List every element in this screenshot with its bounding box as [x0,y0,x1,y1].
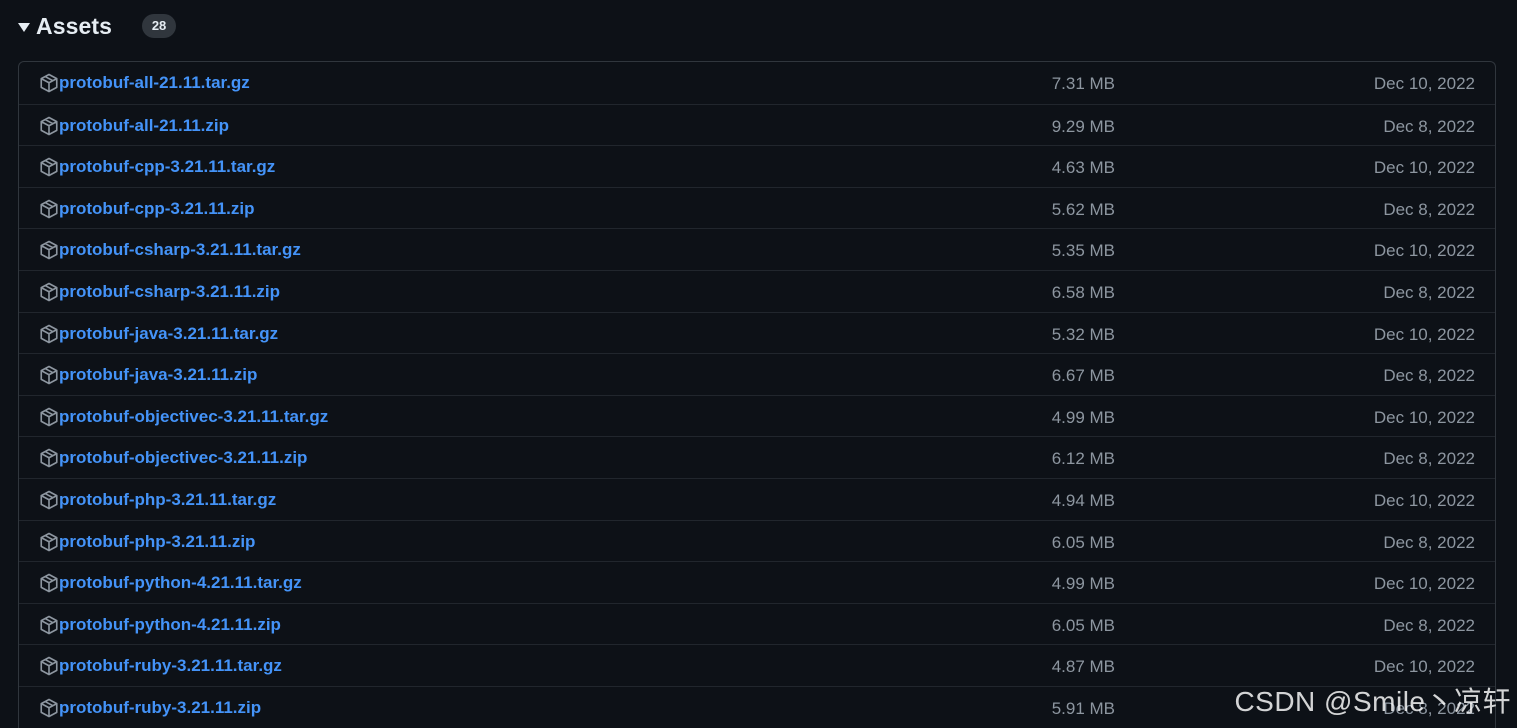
triangle-down-icon [18,22,30,32]
asset-row: protobuf-objectivec-3.21.11.zip 6.12 MB De… [19,436,1495,478]
asset-date: Dec 8, 2022 [1383,449,1475,469]
asset-date: Dec 8, 2022 [1383,532,1475,552]
asset-download-link[interactable]: protobuf-java-3.21.11.tar.gz [59,324,278,344]
asset-download-link[interactable]: protobuf-csharp-3.21.11.tar.gz [59,240,301,260]
package-icon [40,407,58,427]
asset-date: Dec 10, 2022 [1373,407,1475,427]
watermark: CSDN @Smile丶凉轩 [1234,686,1511,717]
asset-row: protobuf-csharp-3.21.11.zip 6.58 MB Dec 8,… [19,269,1495,312]
asset-date: Dec 8, 2022 [1383,366,1475,386]
asset-download-link[interactable]: protobuf-php-3.21.11.tar.gz [59,490,276,510]
asset-size: 4.94 MB [1051,490,1115,510]
asset-size: 4.87 MB [1051,657,1115,677]
asset-date: Dec 10, 2022 [1373,324,1475,344]
asset-download-link[interactable]: protobuf-python-4.21.11.zip [59,615,281,635]
package-icon [40,282,58,302]
asset-date: Dec 8, 2022 [1383,282,1475,302]
asset-date: Dec 10, 2022 [1373,574,1475,594]
asset-size: 5.35 MB [1051,241,1115,261]
package-icon [40,116,58,135]
package-icon [40,241,58,260]
asset-download-link[interactable]: protobuf-objectivec-3.21.11.tar.gz [59,407,328,427]
asset-size: 7.31 MB [1051,74,1115,93]
asset-size: 6.05 MB [1051,615,1115,635]
package-icon [40,199,58,219]
package-icon [40,365,58,385]
asset-row: protobuf-java-3.21.11.tar.gz 5.32 MB Dec 1… [19,311,1495,354]
asset-date: Dec 10, 2022 [1373,490,1475,510]
asset-download-link[interactable]: protobuf-cpp-3.21.11.zip [59,199,255,219]
asset-download-link[interactable]: protobuf-objectivec-3.21.11.zip [59,448,307,468]
package-icon [40,573,58,593]
asset-size: 4.99 MB [1051,407,1115,427]
asset-row: protobuf-python-4.21.11.zip 6.05 MB Dec 8,… [19,602,1495,645]
package-icon [40,532,58,551]
asset-size: 6.12 MB [1051,449,1115,469]
asset-row: protobuf-all-21.11.zip 9.29 MB Dec 8, 2022 [19,103,1495,146]
package-icon [40,698,58,718]
asset-row: protobuf-objectivec-3.21.11.tar.gz 4.99 M… [19,394,1495,437]
asset-date: Dec 8, 2022 [1383,199,1475,219]
asset-row: protobuf-java-3.21.11.zip 6.67 MB Dec 8, 2… [19,353,1495,395]
assets-count-badge: 28 [142,14,177,38]
asset-download-link[interactable]: protobuf-csharp-3.21.11.zip [59,282,280,302]
asset-download-link[interactable]: protobuf-all-21.11.tar.gz [59,73,250,93]
asset-download-link[interactable]: protobuf-php-3.21.11.zip [59,532,255,552]
asset-size: 9.29 MB [1051,116,1115,136]
asset-size: 6.67 MB [1051,366,1115,386]
package-icon [40,73,58,93]
asset-download-link[interactable]: protobuf-python-4.21.11.tar.gz [59,573,302,593]
package-icon [40,449,58,468]
asset-date: Dec 10, 2022 [1373,74,1475,93]
releases-page: Assets 28 protobuf-all-21.11.tar.gz 7.31 … [0,0,1517,728]
asset-download-link[interactable]: protobuf-ruby-3.21.11.zip [59,698,261,718]
asset-size: 6.05 MB [1051,532,1115,552]
asset-size: 4.63 MB [1051,158,1115,178]
asset-download-link[interactable]: protobuf-all-21.11.zip [59,116,229,136]
asset-date: Dec 10, 2022 [1373,158,1475,178]
package-icon [40,615,58,635]
asset-download-link[interactable]: protobuf-java-3.21.11.zip [59,365,257,385]
asset-size: 4.99 MB [1051,574,1115,594]
asset-row: protobuf-csharp-3.21.11.tar.gz 5.35 MB Dec… [19,228,1495,270]
package-icon [40,157,58,177]
asset-date: Dec 10, 2022 [1373,657,1475,677]
assets-toggle[interactable]: Assets 28 [18,10,177,42]
asset-size: 5.62 MB [1051,199,1115,219]
asset-row: protobuf-cpp-3.21.11.zip 5.62 MB Dec 8, 20… [19,186,1495,229]
asset-row: protobuf-python-4.21.11.tar.gz 4.99 MB Dec… [19,561,1495,603]
asset-row: protobuf-all-21.11.tar.gz 7.31 MB Dec 10, … [19,62,1495,104]
package-icon [40,657,58,676]
asset-row: protobuf-php-3.21.11.tar.gz 4.94 MB Dec 10… [19,477,1495,520]
asset-row: protobuf-php-3.21.11.zip 6.05 MB Dec 8, 20… [19,519,1495,562]
asset-date: Dec 8, 2022 [1383,615,1475,635]
asset-size: 5.91 MB [1051,698,1115,718]
assets-title: Assets [36,12,113,39]
package-icon [40,324,58,343]
asset-download-link[interactable]: protobuf-cpp-3.21.11.tar.gz [59,157,275,177]
asset-row: protobuf-cpp-3.21.11.tar.gz 4.63 MB Dec 10… [19,145,1495,187]
asset-download-link[interactable]: protobuf-ruby-3.21.11.tar.gz [59,656,282,676]
package-icon [40,490,58,510]
asset-date: Dec 8, 2022 [1383,116,1475,136]
asset-list: protobuf-all-21.11.tar.gz 7.31 MB Dec 10, … [18,61,1496,728]
asset-size: 6.58 MB [1051,282,1115,302]
asset-size: 5.32 MB [1051,324,1115,344]
asset-date: Dec 10, 2022 [1373,241,1475,261]
